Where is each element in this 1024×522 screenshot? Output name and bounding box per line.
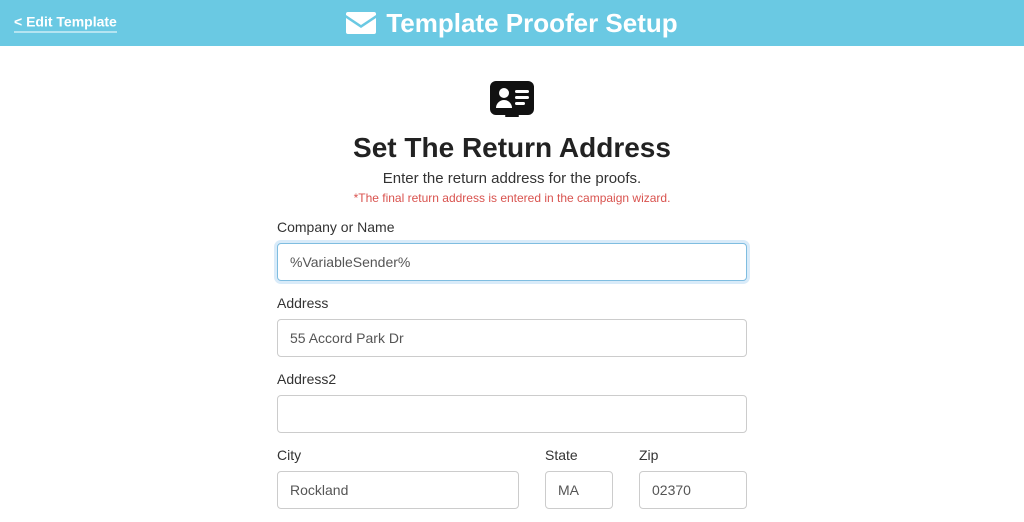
envelope-icon	[346, 12, 376, 34]
header-title-wrap: Template Proofer Setup	[346, 8, 677, 39]
section-note: *The final return address is entered in …	[277, 191, 747, 205]
city-input[interactable]	[277, 471, 519, 509]
company-label: Company or Name	[277, 219, 747, 235]
contact-card-icon	[490, 81, 534, 122]
city-label: City	[277, 447, 519, 463]
address2-label: Address2	[277, 371, 747, 387]
zip-label: Zip	[639, 447, 747, 463]
address-input[interactable]	[277, 319, 747, 357]
state-input[interactable]	[545, 471, 613, 509]
page-title: Template Proofer Setup	[386, 8, 677, 39]
zip-input[interactable]	[639, 471, 747, 509]
state-label: State	[545, 447, 613, 463]
section-heading: Set The Return Address	[277, 132, 747, 164]
address2-input[interactable]	[277, 395, 747, 433]
section-subtext: Enter the return address for the proofs.	[277, 170, 747, 187]
company-input[interactable]	[277, 243, 747, 281]
edit-template-link[interactable]: < Edit Template	[14, 14, 117, 33]
address-label: Address	[277, 295, 747, 311]
return-address-form: Company or Name Address Address2 City St…	[277, 219, 747, 522]
app-header: < Edit Template Template Proofer Setup	[0, 0, 1024, 46]
